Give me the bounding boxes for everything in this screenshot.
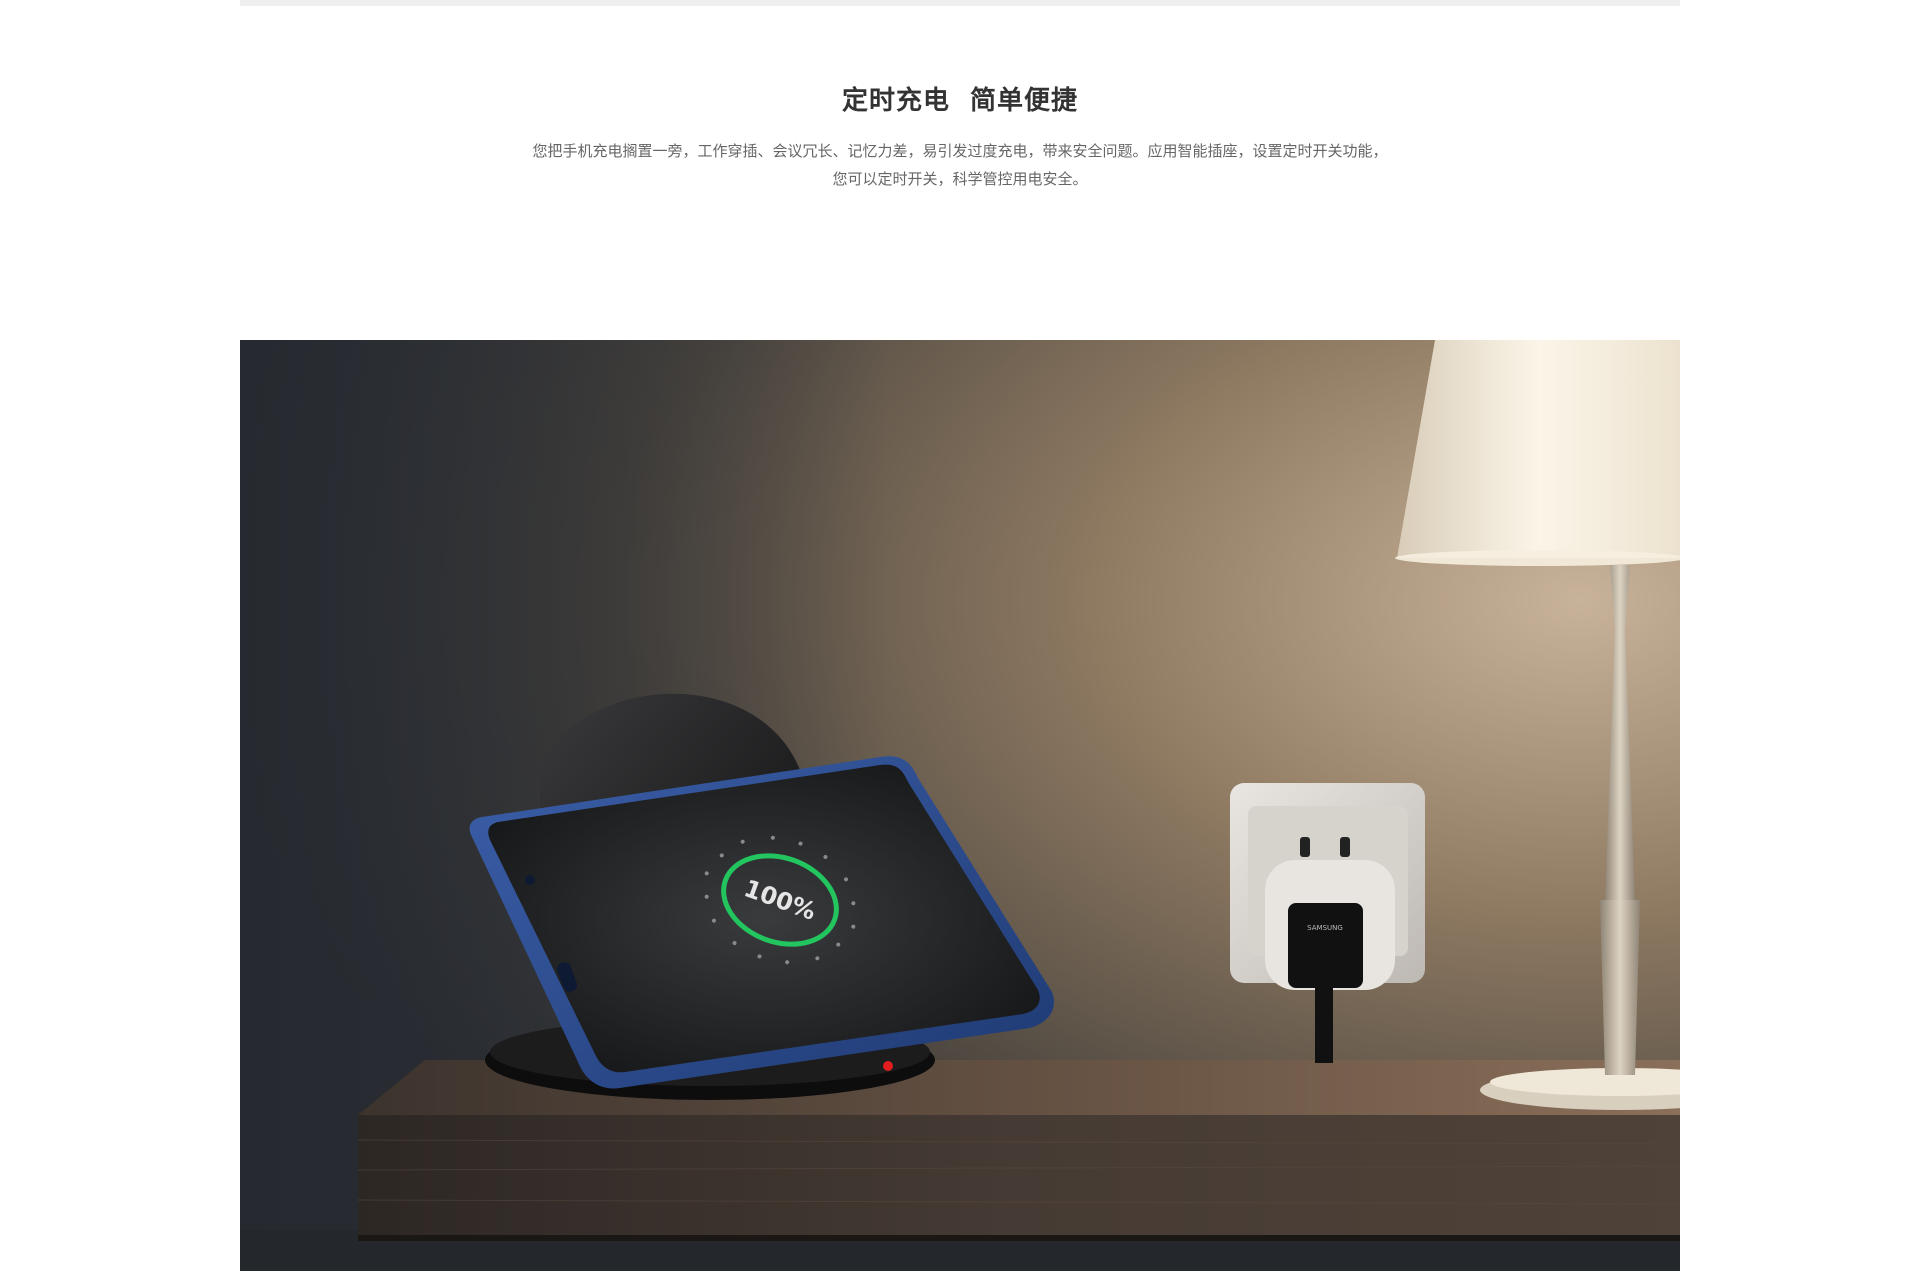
hero-illustration: SAMSUNG 100%	[240, 340, 1680, 1271]
charger-brand-label: SAMSUNG	[1307, 924, 1343, 932]
description-line-1: 您把手机充电搁置一旁，工作穿插、会议冗长、记忆力差，易引发过度充电，带来安全问题…	[532, 142, 1388, 160]
charging-indicator	[883, 1061, 893, 1071]
hero-photo: SAMSUNG 100%	[240, 340, 1680, 1271]
section-description: 您把手机充电搁置一旁，工作穿插、会议冗长、记忆力差，易引发过度充电，带来安全问题…	[0, 137, 1920, 193]
feature-section: 定时充电 简单便捷 您把手机充电搁置一旁，工作穿插、会议冗长、记忆力差，易引发过…	[0, 0, 1920, 1271]
top-divider	[240, 0, 1680, 6]
section-headline: 定时充电 简单便捷	[841, 86, 1079, 116]
description-line-2: 您可以定时开关，科学管控用电安全。	[832, 170, 1088, 188]
